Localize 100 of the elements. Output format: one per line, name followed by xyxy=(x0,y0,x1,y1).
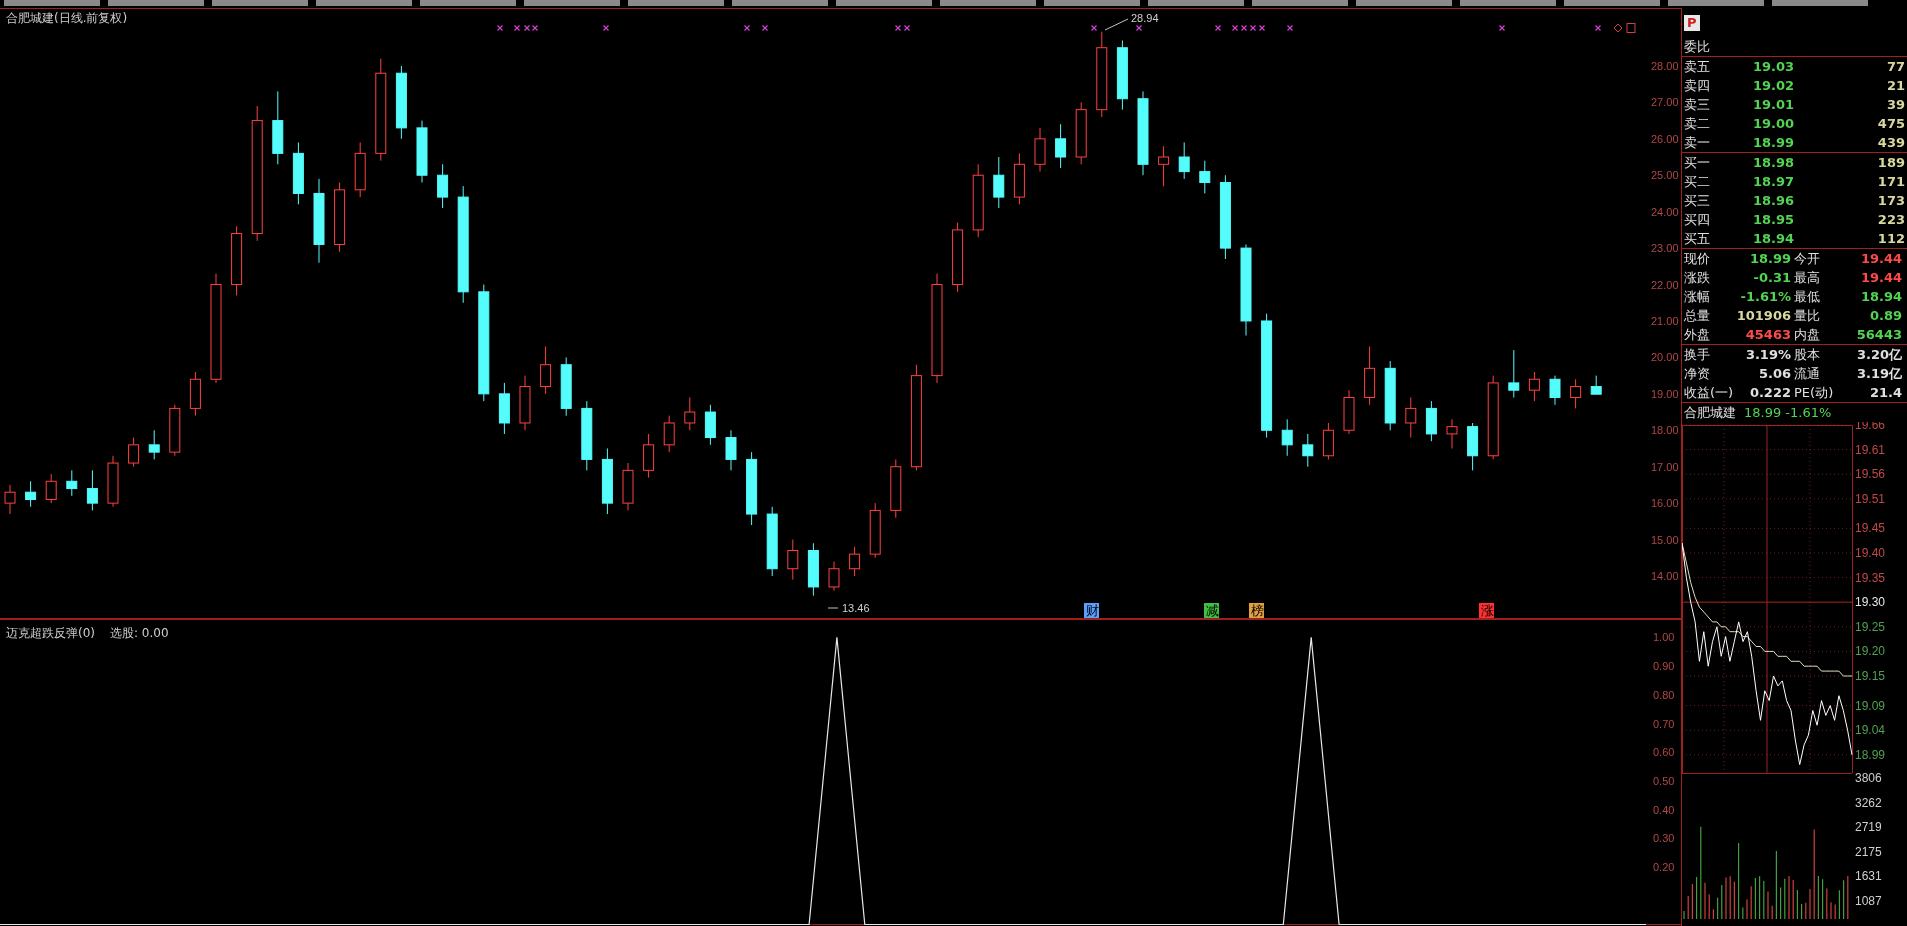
axis-label: 16.00 xyxy=(1651,497,1679,510)
axis-label: 1631 xyxy=(1855,869,1882,884)
axis-label: 0.30 xyxy=(1653,832,1675,845)
price-label: 28.94 xyxy=(1131,12,1159,24)
axis-label: 19.09 xyxy=(1855,698,1886,713)
square-icon xyxy=(1626,23,1636,33)
candlestick xyxy=(292,141,304,205)
candlestick xyxy=(231,225,243,296)
cross-marker-icon xyxy=(1594,24,1602,32)
stat-label: 最高 xyxy=(1794,269,1820,287)
axis-label: 22.00 xyxy=(1651,278,1679,291)
event-tag: 财 xyxy=(1084,603,1099,618)
stock-quote: 18.99 -1.61% xyxy=(1744,404,1832,422)
candlestick xyxy=(560,356,572,417)
stat-label: 现价 xyxy=(1684,250,1710,268)
candlestick xyxy=(1116,39,1128,111)
candlestick xyxy=(1508,349,1520,398)
stat-value: 3.19% xyxy=(1745,346,1792,364)
candlestick xyxy=(1075,101,1087,165)
candlestick xyxy=(1384,360,1396,431)
order-volume: 475 xyxy=(1876,115,1905,133)
candlestick xyxy=(1178,141,1190,180)
event-tag: 减 xyxy=(1204,603,1219,618)
candlestick xyxy=(581,400,593,471)
stat-label: 换手 xyxy=(1684,346,1710,364)
axis-label: 28.00 xyxy=(1651,59,1679,72)
stat-label: 涨幅 xyxy=(1684,288,1710,306)
candlestick xyxy=(1322,422,1334,460)
axis-label: 19.25 xyxy=(1855,619,1886,634)
indicator-reading: 选股: 0.00 xyxy=(110,626,169,640)
axis-label: 19.61 xyxy=(1855,442,1886,457)
candlestick xyxy=(684,397,696,431)
indicator-name: 迈克超跌反弹(0) xyxy=(6,626,95,640)
axis-label: 19.04 xyxy=(1855,723,1886,738)
axis-label: 19.56 xyxy=(1855,467,1886,482)
cross-marker-icon xyxy=(761,24,769,32)
stat-label: 股本 xyxy=(1794,346,1820,364)
diamond-icon xyxy=(1613,23,1623,33)
stat-label: 流通 xyxy=(1794,365,1820,383)
candlestick xyxy=(189,371,201,417)
candlestick xyxy=(1158,145,1170,187)
stat-label: 内盘 xyxy=(1794,326,1820,344)
candlestick xyxy=(1570,378,1582,409)
candlestick xyxy=(148,429,160,460)
cross-marker-icon xyxy=(1090,24,1098,32)
candlestick xyxy=(1549,375,1561,406)
order-volume: 173 xyxy=(1876,192,1905,210)
axis-label: 17.00 xyxy=(1651,460,1679,473)
axis-label: 0.80 xyxy=(1653,688,1675,701)
stat-value: 45463 xyxy=(1745,326,1792,344)
stat-value: 3.20亿 xyxy=(1856,346,1903,364)
stat-value: 0.89 xyxy=(1869,307,1903,325)
candlestick xyxy=(725,429,737,471)
order-price: 18.98 xyxy=(1751,154,1794,172)
ratio-label: 委比 xyxy=(1684,38,1710,56)
stat-value: -1.61% xyxy=(1740,288,1792,306)
candlestick xyxy=(86,469,98,511)
axis-label: 24.00 xyxy=(1651,205,1679,218)
cross-marker-icon xyxy=(743,24,751,32)
candlestick xyxy=(622,462,634,511)
order-price: 19.02 xyxy=(1751,77,1794,95)
axis-label: 18.00 xyxy=(1651,424,1679,437)
cross-marker-icon xyxy=(602,24,610,32)
axis-label: 19.35 xyxy=(1855,570,1886,585)
order-price: 18.96 xyxy=(1751,192,1794,210)
order-volume: 439 xyxy=(1876,134,1905,152)
order-price: 19.03 xyxy=(1751,58,1794,76)
order-level-label: 买四 xyxy=(1684,211,1710,229)
order-volume: 112 xyxy=(1876,230,1905,248)
order-volume: 21 xyxy=(1885,77,1905,95)
stat-label: 总量 xyxy=(1684,307,1710,325)
axis-label: 19.45 xyxy=(1855,521,1886,536)
candlestick xyxy=(1013,152,1025,205)
axis-label: 0.40 xyxy=(1653,803,1675,816)
axis-label: 19.30 xyxy=(1855,595,1886,610)
order-volume: 39 xyxy=(1885,96,1905,114)
leader-line xyxy=(1104,18,1129,31)
candlestick xyxy=(1343,389,1355,435)
stat-value: 21.4 xyxy=(1869,384,1903,402)
candlestick xyxy=(498,382,510,435)
cross-marker-icon xyxy=(1214,24,1222,32)
candlestick xyxy=(416,120,428,183)
order-volume: 223 xyxy=(1876,211,1905,229)
order-price: 19.00 xyxy=(1751,115,1794,133)
cross-marker-icon xyxy=(513,24,521,32)
axis-label: 19.40 xyxy=(1855,545,1886,560)
axis-label: 3806 xyxy=(1855,773,1882,785)
candlestick xyxy=(1467,422,1479,471)
order-price: 18.95 xyxy=(1751,211,1794,229)
axis-label: 19.15 xyxy=(1855,669,1886,683)
stat-value: 18.94 xyxy=(1860,288,1903,306)
candlestick xyxy=(1055,123,1067,169)
candlestick xyxy=(601,448,613,515)
order-volume: 189 xyxy=(1876,154,1905,172)
order-price: 18.94 xyxy=(1751,230,1794,248)
stat-label: PE(动) xyxy=(1794,384,1834,402)
candlestick xyxy=(952,222,964,293)
axis-label: 0.50 xyxy=(1653,774,1675,787)
order-volume: 77 xyxy=(1885,58,1905,76)
stat-value: 19.44 xyxy=(1860,250,1903,268)
